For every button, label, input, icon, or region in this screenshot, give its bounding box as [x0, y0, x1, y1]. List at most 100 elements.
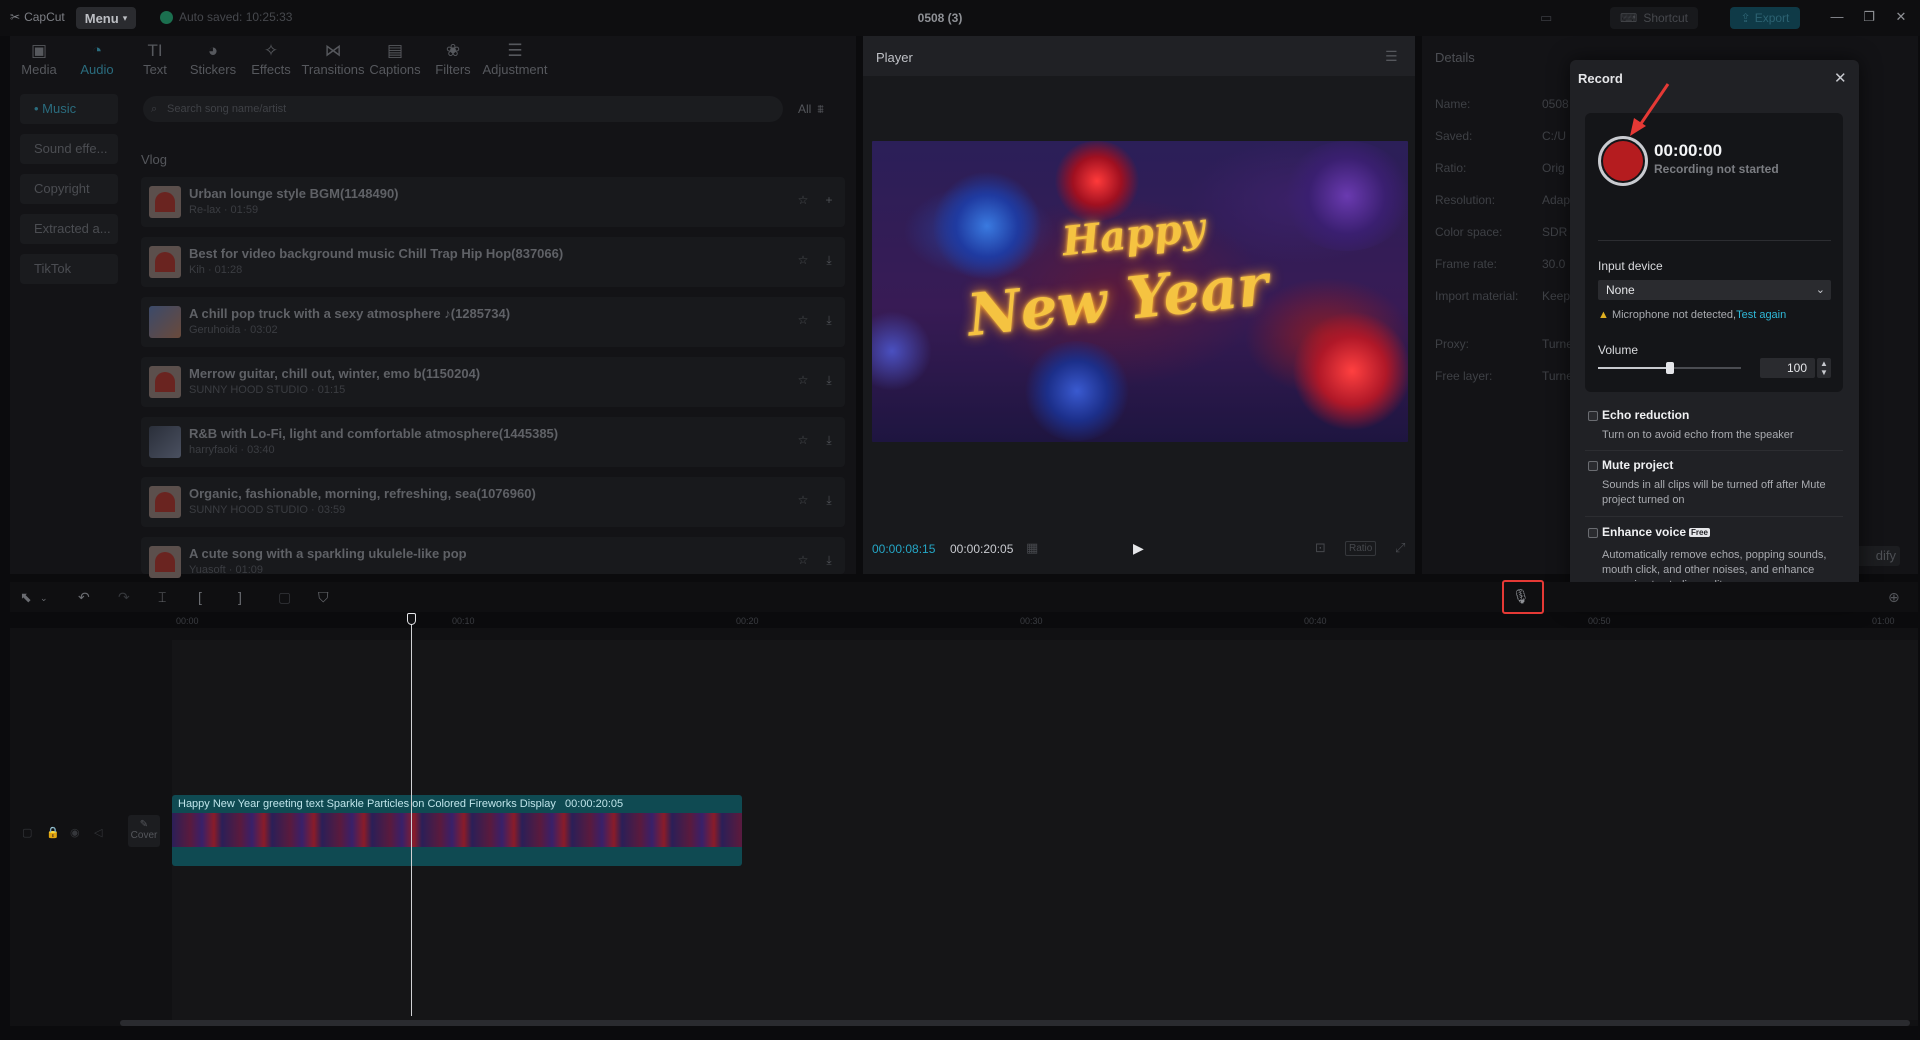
delete-icon[interactable]: ▢: [278, 589, 291, 606]
download-icon[interactable]: ⤓: [821, 313, 837, 329]
record-dialog-title: Record: [1578, 71, 1623, 86]
song-thumbnail: [149, 306, 181, 338]
speaker-icon[interactable]: ◁: [94, 826, 102, 839]
chevron-down-icon[interactable]: ⌄: [40, 593, 48, 604]
category-sound-effects[interactable]: Sound effe...: [20, 134, 118, 164]
close-window-button[interactable]: ✕: [1892, 9, 1910, 27]
favorite-star-icon[interactable]: ☆: [795, 493, 811, 509]
volume-slider-handle[interactable]: [1665, 362, 1674, 374]
shortcut-button[interactable]: ⌨ Shortcut: [1610, 7, 1698, 29]
mic-warning: ▲ Microphone not detected,Test again: [1598, 309, 1787, 321]
split-icon[interactable]: ⌶: [158, 589, 166, 606]
favorite-star-icon[interactable]: ☆: [795, 373, 811, 389]
select-cursor-icon[interactable]: ⬉: [20, 589, 32, 606]
maximize-button[interactable]: ❐: [1860, 9, 1878, 27]
download-icon[interactable]: ⤓: [821, 433, 837, 449]
song-thumbnail: [149, 246, 181, 278]
favorite-star-icon[interactable]: ☆: [795, 433, 811, 449]
filter-button[interactable]: All ⩩: [798, 98, 844, 120]
enhance-voice-title: Enhance voice Free: [1602, 525, 1710, 539]
zoom-icon[interactable]: ⊕: [1888, 589, 1900, 606]
playhead-handle[interactable]: [407, 613, 416, 625]
horizontal-scrollbar[interactable]: [120, 1020, 1910, 1026]
track-cover-icon[interactable]: ▢: [22, 826, 32, 839]
add-icon[interactable]: +: [821, 193, 837, 209]
song-search-input[interactable]: ⌕ Search song name/artist: [143, 96, 783, 122]
tab-effects[interactable]: ✧ Effects: [242, 36, 300, 82]
tab-captions[interactable]: ▤ Captions: [366, 36, 424, 82]
screenshot-icon[interactable]: ⊡: [1315, 540, 1326, 556]
section-title: Vlog: [141, 152, 168, 167]
download-icon[interactable]: ⤓: [821, 493, 837, 509]
download-icon[interactable]: ⤓: [821, 373, 837, 389]
record-dot-icon[interactable]: [1603, 141, 1643, 181]
category-tiktok[interactable]: TikTok: [20, 254, 118, 284]
close-icon[interactable]: ✕: [1834, 69, 1847, 87]
category-extracted-audio[interactable]: Extracted a...: [20, 214, 118, 244]
tab-adjustment[interactable]: ☰ Adjustment: [482, 36, 548, 82]
microphone-icon[interactable]: 🎙: [1512, 588, 1530, 605]
song-item[interactable]: Organic, fashionable, morning, refreshin…: [141, 477, 845, 527]
video-preview[interactable]: Happy New Year: [872, 141, 1408, 442]
media-icon: ▣: [30, 40, 48, 60]
eye-icon[interactable]: ◉: [70, 826, 80, 839]
song-thumbnail: [149, 186, 181, 218]
test-again-link[interactable]: Test again: [1736, 309, 1786, 321]
song-item[interactable]: Merrow guitar, chill out, winter, emo b(…: [141, 357, 845, 407]
split-right-icon[interactable]: ]: [238, 589, 242, 605]
favorite-star-icon[interactable]: ☆: [795, 553, 811, 569]
volume-slider-fill: [1598, 367, 1670, 369]
shield-icon[interactable]: ⛉: [318, 589, 329, 606]
input-device-select[interactable]: None ⌄: [1598, 280, 1831, 300]
divider: [1585, 450, 1843, 451]
tab-media[interactable]: ▣ Media: [10, 36, 68, 82]
lock-icon[interactable]: 🔒: [46, 826, 60, 839]
menu-button[interactable]: Menu ▾: [76, 7, 136, 29]
tab-filters[interactable]: ❀ Filters: [424, 36, 482, 82]
edit-icon: ✎: [139, 819, 149, 830]
favorite-star-icon[interactable]: ☆: [795, 313, 811, 329]
category-copyright[interactable]: Copyright: [20, 174, 118, 204]
download-icon[interactable]: ⤓: [821, 253, 837, 269]
divider: [1585, 516, 1843, 517]
mute-project-checkbox[interactable]: [1588, 461, 1598, 471]
category-music[interactable]: • Music: [20, 94, 118, 124]
volume-stepper[interactable]: ▲ ▼: [1817, 358, 1831, 378]
favorite-star-icon[interactable]: ☆: [795, 193, 811, 209]
playhead[interactable]: [411, 620, 412, 1016]
tab-text[interactable]: TI Text: [126, 36, 184, 82]
minimize-button[interactable]: —: [1828, 9, 1846, 27]
hamburger-menu-icon[interactable]: ☰: [1385, 48, 1398, 65]
undo-icon[interactable]: ↶: [78, 589, 90, 606]
ratio-button[interactable]: Ratio: [1345, 541, 1377, 556]
split-left-icon[interactable]: [: [198, 589, 202, 605]
enhance-voice-checkbox[interactable]: [1588, 528, 1598, 538]
tab-audio[interactable]: ◔ Audio: [68, 36, 126, 82]
song-thumbnail: [149, 546, 181, 578]
mute-project-title: Mute project: [1602, 458, 1674, 472]
cover-button[interactable]: ✎ Cover: [128, 815, 160, 847]
tab-stickers[interactable]: ◕ Stickers: [184, 36, 242, 82]
modify-button[interactable]: dify: [1852, 546, 1900, 566]
download-icon[interactable]: ⤓: [821, 553, 837, 569]
redo-icon[interactable]: ↷: [118, 589, 130, 606]
song-item[interactable]: Urban lounge style BGM(1148490) Re-lax ·…: [141, 177, 845, 227]
song-item[interactable]: R&B with Lo-Fi, light and comfortable at…: [141, 417, 845, 467]
layout-icon[interactable]: ▭: [1540, 10, 1552, 26]
export-button[interactable]: ⇪ Export: [1730, 7, 1800, 29]
echo-reduction-checkbox[interactable]: [1588, 411, 1598, 421]
timeline-grid-icon[interactable]: ▦: [1026, 540, 1038, 556]
input-device-label: Input device: [1598, 259, 1663, 273]
video-clip[interactable]: Happy New Year greeting text Sparkle Par…: [172, 795, 742, 866]
fullscreen-icon[interactable]: ⤢: [1395, 540, 1405, 556]
tab-transitions[interactable]: ⋈ Transitions: [300, 36, 366, 82]
play-button[interactable]: ▶: [1133, 540, 1144, 557]
timeline-ruler[interactable]: [120, 612, 1918, 628]
project-title: 0508 (3): [917, 11, 963, 25]
volume-input[interactable]: 100: [1760, 358, 1815, 378]
song-item[interactable]: A chill pop truck with a sexy atmosphere…: [141, 297, 845, 347]
song-item[interactable]: A cute song with a sparkling ukulele-lik…: [141, 537, 845, 578]
echo-reduction-desc: Turn on to avoid echo from the speaker: [1602, 429, 1794, 441]
song-item[interactable]: Best for video background music Chill Tr…: [141, 237, 845, 287]
favorite-star-icon[interactable]: ☆: [795, 253, 811, 269]
